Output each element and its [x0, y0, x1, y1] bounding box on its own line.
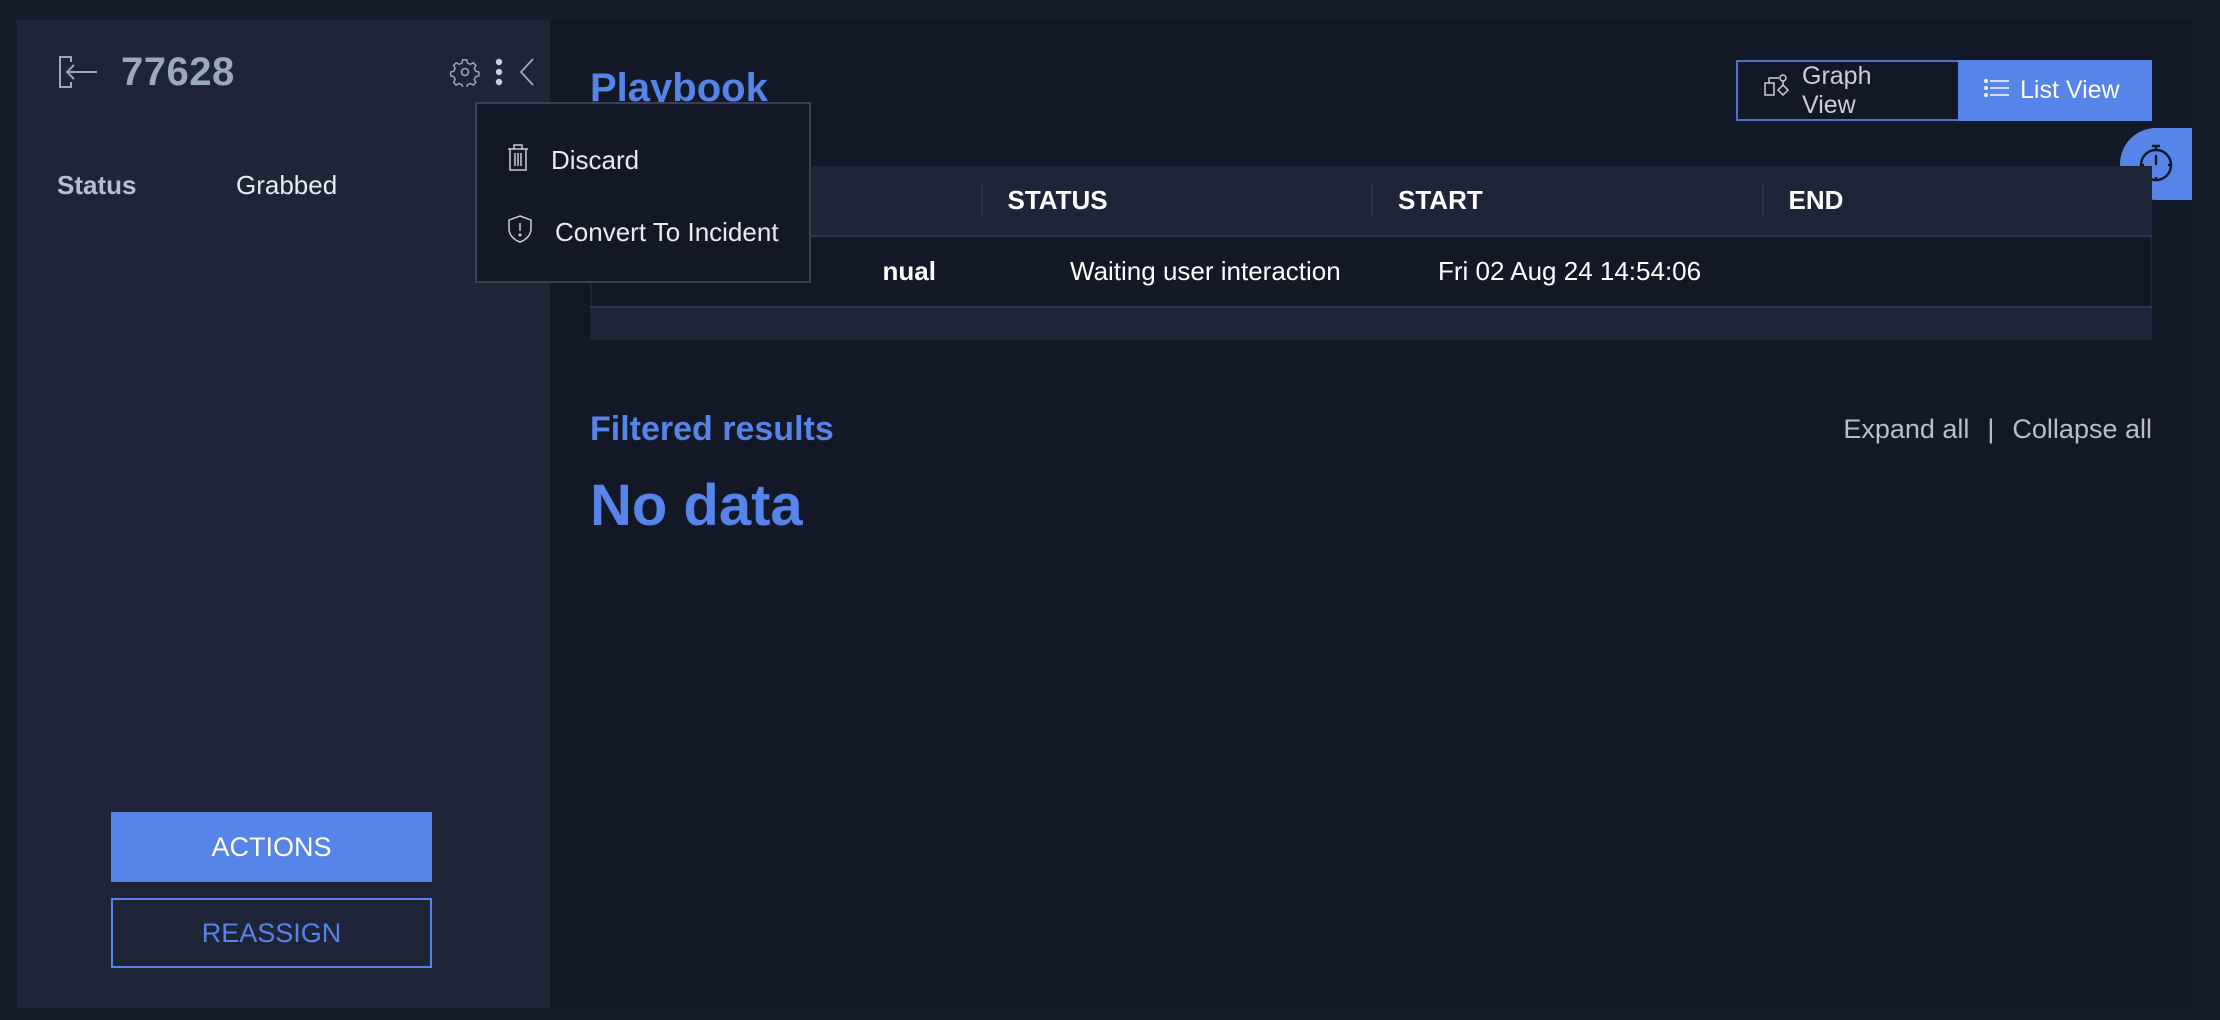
menu-item-convert-to-incident[interactable]: Convert To Incident	[477, 196, 809, 268]
table-header: STATUS START END	[590, 166, 2152, 237]
list-view-button[interactable]: List View	[1958, 60, 2152, 121]
menu-item-label: Convert To Incident	[555, 216, 779, 247]
status-label: Status	[57, 170, 137, 200]
column-header-start[interactable]: START	[1371, 166, 1762, 235]
graph-icon	[1764, 74, 1792, 107]
graph-view-label: Graph View	[1802, 61, 1872, 119]
list-view-label: List View	[2020, 76, 2120, 104]
record-id: 77628	[121, 49, 235, 94]
reassign-button[interactable]: REASSIGN	[111, 898, 432, 968]
cell-start: Fri 02 Aug 24 14:54:06	[1438, 256, 1702, 286]
filtered-results-title: Filtered results	[590, 410, 834, 448]
sign-in-arrow-icon[interactable]	[57, 54, 99, 90]
table-footer	[590, 306, 2152, 340]
status-field: Status Grabbed	[57, 170, 337, 201]
view-toggle: Graph View List View	[1736, 60, 2152, 121]
kebab-menu-icon[interactable]	[494, 58, 504, 86]
shield-alert-icon	[507, 214, 533, 250]
table-row[interactable]: nual Waiting user interaction Fri 02 Aug…	[590, 237, 2152, 306]
expand-collapse-controls: Expand all | Collapse all	[1843, 414, 2152, 445]
column-header-end[interactable]: END	[1761, 166, 2153, 235]
playbook-table: STATUS START END nual Waiting user inter…	[590, 166, 2152, 340]
collapse-all-link[interactable]: Collapse all	[2012, 414, 2152, 445]
chevron-left-icon[interactable]	[518, 57, 536, 87]
gear-icon[interactable]	[450, 57, 480, 87]
more-actions-menu: Discard Convert To Incident	[475, 102, 811, 283]
sidebar-header: 77628	[57, 48, 536, 96]
menu-item-label: Discard	[551, 144, 640, 175]
list-icon	[1984, 76, 2010, 105]
no-data-message: No data	[590, 473, 803, 538]
menu-item-discard[interactable]: Discard	[477, 124, 809, 196]
sidebar: 77628 Status Grabbed ACTIONS REASSIGN	[17, 20, 550, 1008]
status-value: Grabbed	[236, 170, 338, 200]
separator: |	[1987, 414, 1995, 444]
trash-icon	[507, 143, 529, 178]
column-header-status[interactable]: STATUS	[980, 166, 1372, 235]
actions-button[interactable]: ACTIONS	[111, 812, 432, 882]
cell-status: Waiting user interaction	[1070, 256, 1341, 286]
graph-view-button[interactable]: Graph View	[1736, 60, 1958, 121]
expand-all-link[interactable]: Expand all	[1843, 414, 1969, 445]
